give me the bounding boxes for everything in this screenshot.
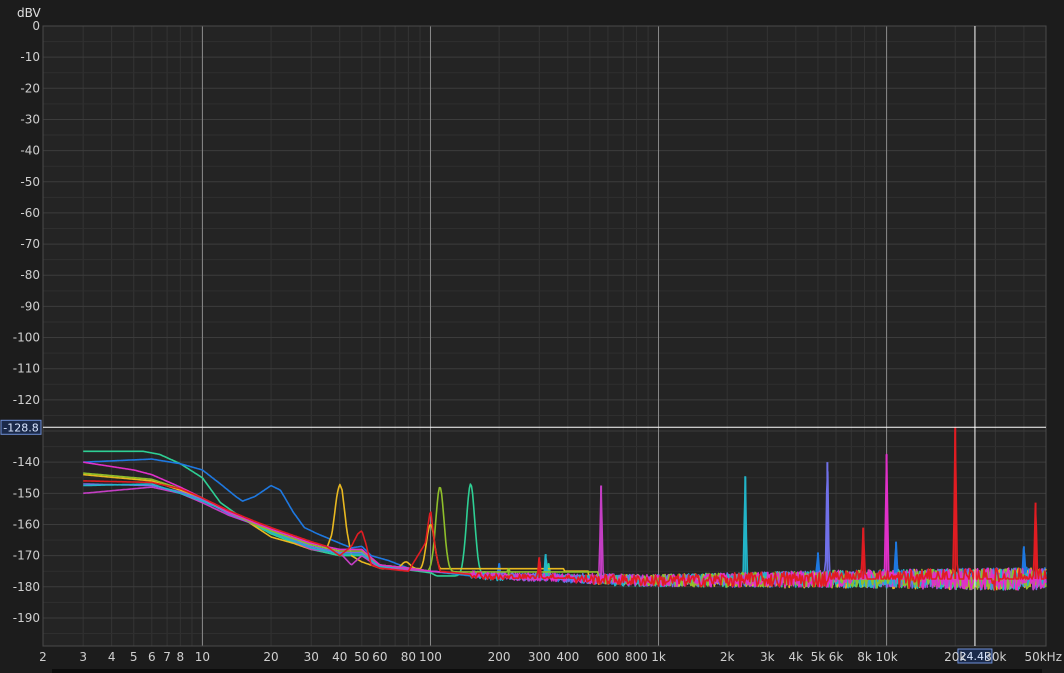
x-tick-label: 6k <box>829 650 844 664</box>
x-tick-label: 60 <box>372 650 387 664</box>
x-tick-label: 5k <box>811 650 826 664</box>
cursor-y-readout: -128.8 <box>3 421 38 434</box>
y-tick-label: 0 <box>32 19 40 33</box>
y-axis-unit-label: dBV <box>17 6 41 20</box>
x-tick-label: 10 <box>195 650 210 664</box>
y-tick-label: -190 <box>13 611 40 625</box>
x-tick-label: 300 <box>528 650 551 664</box>
x-tick-label: 800 <box>625 650 648 664</box>
x-tick-label: 10k <box>875 650 897 664</box>
x-tick-label: 1k <box>651 650 666 664</box>
x-tick-label: 3 <box>79 650 87 664</box>
x-tick-label: 200 <box>488 650 511 664</box>
x-tick-label: 50 <box>354 650 369 664</box>
x-tick-label: 20 <box>263 650 278 664</box>
x-tick-label: 4k <box>789 650 804 664</box>
x-tick-label: 80 <box>401 650 416 664</box>
y-tick-label: -150 <box>13 486 40 500</box>
x-tick-label: 4 <box>108 650 116 664</box>
x-tick-label: 30 <box>304 650 319 664</box>
y-tick-label: -10 <box>20 50 40 64</box>
y-tick-label: -40 <box>20 144 40 158</box>
x-tick-label: 100 <box>419 650 442 664</box>
x-tick-label: 6 <box>148 650 156 664</box>
y-tick-label: -80 <box>20 268 40 282</box>
x-tick-label: 30k <box>984 650 1006 664</box>
x-tick-label: 7 <box>163 650 171 664</box>
x-tick-label: 40 <box>332 650 347 664</box>
x-tick-label: 600 <box>596 650 619 664</box>
x-tick-label: 50kHz <box>1024 650 1062 664</box>
y-tick-label: -90 <box>20 299 40 313</box>
bottom-scrollbar[interactable] <box>52 669 1042 673</box>
x-tick-label: 5 <box>130 650 138 664</box>
x-tick-label: 8 <box>176 650 184 664</box>
y-tick-label: -110 <box>13 362 40 376</box>
y-tick-label: -180 <box>13 580 40 594</box>
x-tick-label: 2 <box>39 650 47 664</box>
y-tick-label: -140 <box>13 455 40 469</box>
x-tick-label: 2k <box>720 650 735 664</box>
y-tick-label: -20 <box>20 81 40 95</box>
x-tick-label: 3k <box>760 650 775 664</box>
x-tick-label: 20k <box>944 650 966 664</box>
y-tick-label: -100 <box>13 331 40 345</box>
y-tick-label: -120 <box>13 393 40 407</box>
y-tick-label: -170 <box>13 549 40 563</box>
y-tick-label: -50 <box>20 175 40 189</box>
y-tick-label: -160 <box>13 517 40 531</box>
y-tick-label: -60 <box>20 206 40 220</box>
spectrum-chart[interactable]: -128.824.4k 0-10-20-30-40-50-60-70-80-90… <box>0 0 1064 673</box>
x-tick-label: 400 <box>556 650 579 664</box>
y-tick-label: -30 <box>20 112 40 126</box>
x-tick-label: 8k <box>857 650 872 664</box>
y-tick-label: -70 <box>20 237 40 251</box>
